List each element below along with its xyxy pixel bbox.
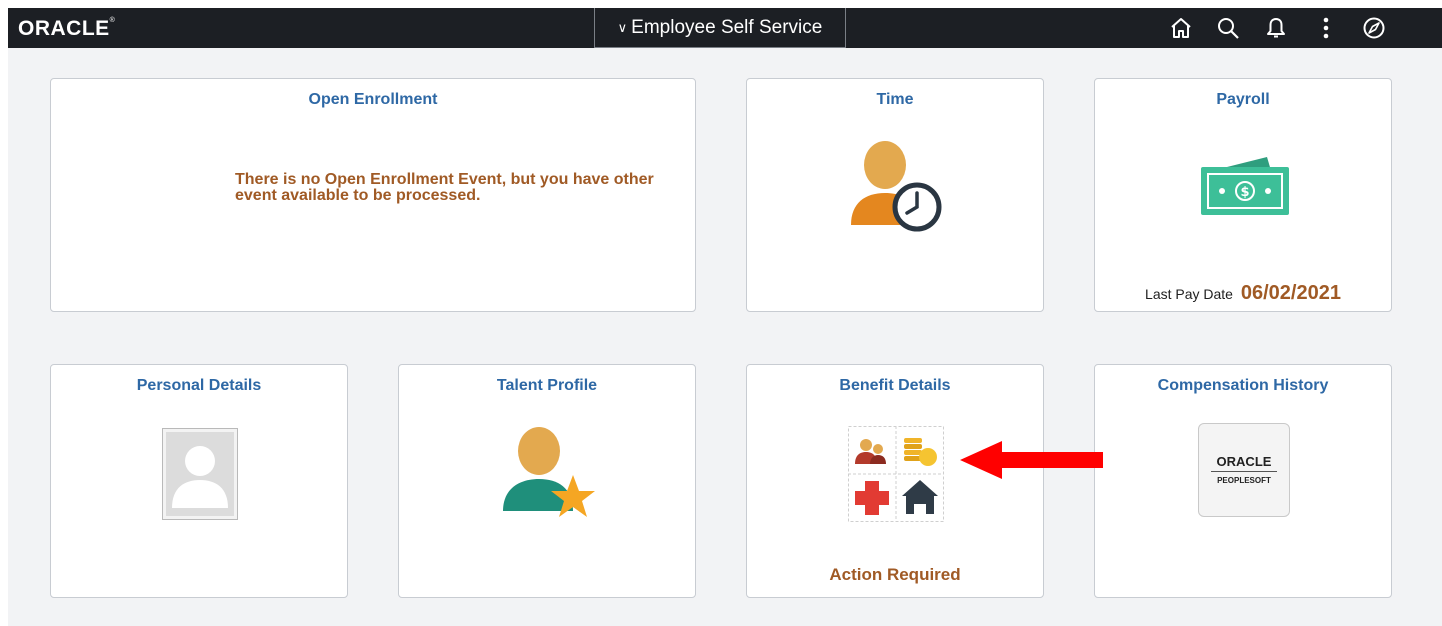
- homepage-selector[interactable]: ∨ Employee Self Service: [594, 8, 846, 48]
- logo-peoplesoft-text: PEOPLESOFT: [1217, 476, 1271, 485]
- tile-title: Personal Details: [136, 377, 262, 394]
- home-icon[interactable]: [1169, 16, 1193, 40]
- notifications-icon[interactable]: [1264, 16, 1288, 40]
- person-photo-placeholder-icon: [162, 428, 238, 525]
- actions-menu-icon[interactable]: [1314, 16, 1338, 40]
- tile-time[interactable]: Time: [746, 78, 1044, 312]
- enrollment-message: There is no Open Enrollment Event, but y…: [235, 171, 654, 204]
- tile-compensation-history[interactable]: Compensation History ORACLE PEOPLESOFT: [1094, 364, 1392, 598]
- search-icon[interactable]: [1216, 16, 1240, 40]
- oracle-logo-text: ORACLE: [18, 17, 110, 40]
- homepage-selector-label: Employee Self Service: [631, 16, 823, 38]
- action-required-status: Action Required: [829, 565, 961, 584]
- tile-title: Time: [876, 91, 914, 108]
- peoplesoft-logo-icon: ORACLE PEOPLESOFT: [1198, 423, 1290, 517]
- last-pay-date-label: Last Pay Date: [1145, 286, 1233, 302]
- tile-payroll[interactable]: Payroll $ Last Pay Date 06/02/2021: [1094, 78, 1392, 312]
- tile-title: Compensation History: [1157, 377, 1329, 394]
- navbar-icon[interactable]: [1362, 16, 1386, 40]
- tile-talent-profile[interactable]: Talent Profile: [398, 364, 696, 598]
- oracle-logo: ORACLE®: [18, 17, 116, 40]
- tile-title: Payroll: [1216, 91, 1270, 108]
- tile-title: Open Enrollment: [308, 91, 438, 108]
- annotation-arrow: [960, 440, 1105, 485]
- tile-personal-details[interactable]: Personal Details: [50, 364, 348, 598]
- person-star-icon: [499, 423, 599, 528]
- logo-oracle-text: ORACLE: [1216, 454, 1272, 469]
- svg-text:$: $: [1240, 185, 1249, 200]
- chevron-down-icon: ∨: [617, 19, 628, 35]
- benefits-grid-icon: [848, 426, 944, 527]
- last-pay-date: Last Pay Date 06/02/2021: [1095, 282, 1391, 305]
- tile-title: Benefit Details: [839, 377, 951, 394]
- person-clock-icon: [847, 137, 947, 242]
- header-bar: ORACLE® ∨ Employee Self Service: [8, 8, 1442, 48]
- tile-open-enrollment[interactable]: Open Enrollment There is no Open Enrollm…: [50, 78, 696, 312]
- last-pay-date-value: 06/02/2021: [1240, 282, 1341, 304]
- tile-title: Talent Profile: [496, 377, 598, 394]
- money-icon: $: [1195, 151, 1295, 226]
